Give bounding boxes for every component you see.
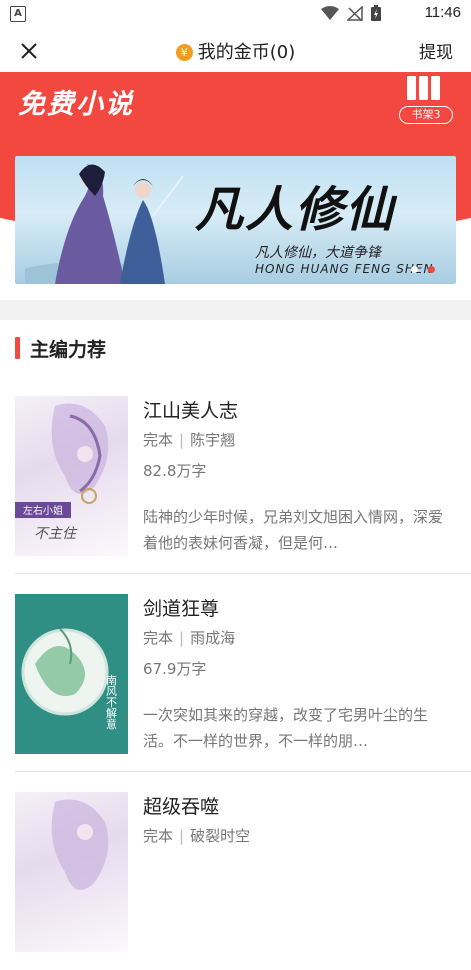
signal-off-icon — [347, 5, 363, 21]
book-item[interactable]: 左右小姐 不主住 江山美人志 完本 | 陈宇翘 82.8万字 陆神的少年时候，兄弟刘… — [0, 378, 471, 574]
book-cover[interactable]: 南风不解意 — [15, 594, 128, 754]
book-status: 完本 — [143, 629, 174, 647]
book-meta: 完本 | 雨成海 — [143, 629, 236, 647]
book-title[interactable]: 剑道狂尊 — [143, 594, 219, 621]
book-cover[interactable] — [15, 792, 128, 952]
book-description: 陆神的少年时候，兄弟刘文旭困入情网，深爱着他的表妹何香凝，但是何… — [143, 508, 443, 552]
coin-icon: ¥ — [175, 44, 193, 61]
bookshelf-icon — [407, 76, 440, 100]
bookshelf-badge: 书架3 — [399, 106, 453, 124]
carousel-indicator — [411, 266, 435, 273]
wifi-icon — [321, 5, 339, 20]
list-divider — [15, 573, 471, 574]
list-divider — [15, 771, 471, 772]
top-bar: ¥ 我的金币(0) 提现 — [0, 28, 471, 72]
page-title-text: 我的金币(0) — [197, 42, 296, 63]
book-word-count: 67.9万字 — [143, 660, 207, 678]
banner-title: 凡人修仙 — [195, 182, 396, 238]
cover-artwork: 南风不解意 — [15, 594, 128, 754]
banner-pinyin: HONG HUANG FENG SHEN — [255, 262, 434, 276]
section-header: 主编力荐 — [15, 336, 107, 361]
book-author: 雨成海 — [190, 629, 236, 647]
svg-text:不主住: 不主住 — [34, 526, 78, 542]
book-meta: 完本 | 陈宇翘 — [143, 431, 236, 449]
book-meta: 完本 | 破裂时空 — [143, 827, 251, 845]
carousel-dot-active — [428, 266, 435, 273]
hero-section: 免费小说 书架3 凡人修仙 凡人修仙，大道争锋 HONG HUANG FENG … — [0, 72, 471, 297]
promo-banner[interactable]: 凡人修仙 凡人修仙，大道争锋 HONG HUANG FENG SHEN — [15, 156, 456, 284]
book-status: 完本 — [143, 431, 174, 449]
book-author: 破裂时空 — [190, 827, 251, 845]
carousel-dot — [411, 266, 418, 273]
book-title[interactable]: 江山美人志 — [143, 396, 238, 423]
bookshelf-button[interactable]: 书架3 — [399, 76, 457, 124]
brand-logo: 免费小说 — [18, 89, 134, 120]
book-item[interactable]: 南风不解意 剑道狂尊 完本 | 雨成海 67.9万字 一次突如其来的穿越，改变了宅男… — [0, 576, 471, 772]
book-item[interactable]: 超级吞噬 完本 | 破裂时空 — [0, 774, 471, 970]
book-title[interactable]: 超级吞噬 — [143, 792, 219, 819]
svg-text:左右小姐: 左右小姐 — [23, 504, 63, 517]
book-author: 陈宇翘 — [190, 431, 236, 449]
battery-charging-icon — [371, 5, 381, 21]
banner-subtitle: 凡人修仙，大道争锋 — [255, 245, 381, 261]
banner-illustration — [25, 164, 184, 284]
svg-text:南风不解意: 南风不解意 — [105, 674, 118, 729]
cover-artwork — [51, 799, 109, 890]
book-word-count: 82.8万字 — [143, 462, 207, 480]
section-accent-bar — [15, 337, 20, 359]
status-icons — [321, 5, 381, 21]
app-notification-icon: A — [10, 6, 26, 22]
book-description: 一次突如其来的穿越，改变了宅男叶尘的生活。不一样的世界，不一样的朋… — [143, 706, 429, 750]
withdraw-button[interactable]: 提现 — [419, 38, 453, 63]
section-divider — [0, 300, 471, 320]
status-time: 11:46 — [424, 4, 461, 21]
section-title: 主编力荐 — [30, 338, 107, 361]
cover-artwork: 左右小姐 不主住 — [15, 403, 109, 542]
book-status: 完本 — [143, 827, 174, 845]
book-cover[interactable]: 左右小姐 不主住 — [15, 396, 128, 556]
page-title: ¥ 我的金币(0) — [0, 38, 471, 64]
status-bar: A 11:46 — [0, 0, 471, 28]
